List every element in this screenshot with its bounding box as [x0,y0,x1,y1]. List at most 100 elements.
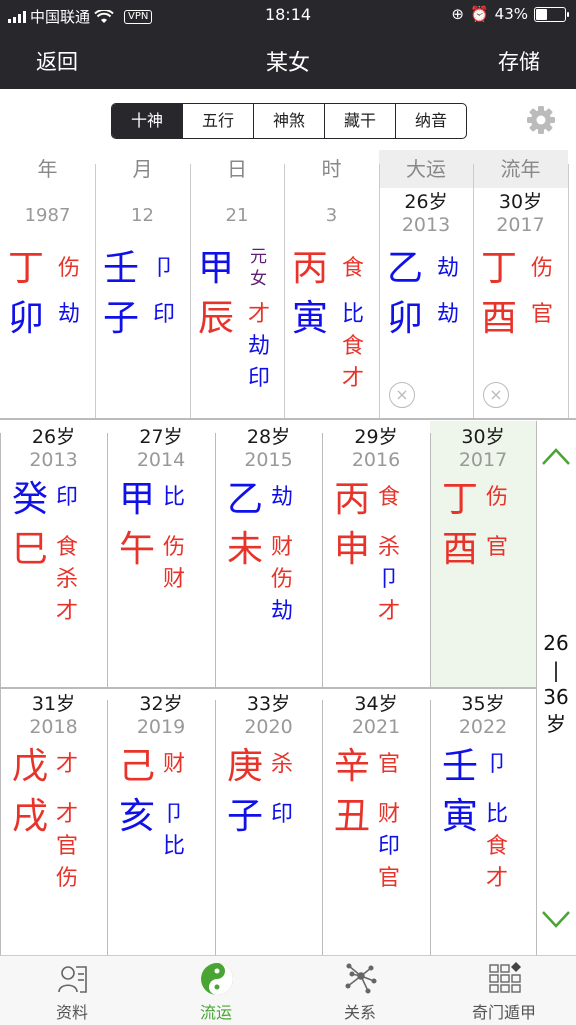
divider [107,700,108,955]
stem-ten-god: 卩 [486,752,509,777]
pillar-header: 年 [37,157,58,181]
tab-label: 关系 [343,1003,376,1022]
tab-qimen[interactable]: 奇门遁甲 [432,956,576,1025]
range-start: 26 [543,631,569,655]
year-cell[interactable]: 32岁 2019 己亥财卩比 [107,688,215,955]
chevron-down-icon[interactable] [541,908,571,930]
segment-five-elements[interactable]: 五行 [182,104,253,138]
stem-ten-god: 元女 [250,247,267,289]
year-cell[interactable]: 31岁 2018 戊戌才才官伤 [0,688,107,955]
branch-ten-god: 比 [342,302,365,327]
year-age: 26岁 [31,426,76,448]
branch-ten-god: 杀 [56,567,79,592]
range-end: 36 [543,685,569,709]
heavenly-stem: 丙 [334,479,371,520]
bazi-pillars: 年 1987 丁卯伤劫月 12 壬子卩印日 21 甲辰元女才劫印时 3 丙寅食比食才大运 26岁 2… [0,150,576,420]
remove-pillar-button[interactable]: × [389,382,415,408]
range-separator: | [552,658,560,682]
nav-bar: 返回 某女 存储 [0,30,576,89]
year-cell[interactable]: 35岁 2022 壬寅卩比食才 [430,688,536,955]
tab-profile[interactable]: 资料 [0,956,144,1025]
segment-ten-gods[interactable]: 十神 [112,104,182,138]
branch-ten-god: 食 [56,535,79,560]
year-label: 2015 [244,449,293,471]
branch-ten-god: 才 [56,802,79,827]
year-cell[interactable]: 33岁 2020 庚子杀印 [215,688,322,955]
year-age: 29岁 [354,426,398,448]
earthly-branch: 酉 [481,298,518,339]
pillar-header: 月 [132,157,153,181]
chevron-up-icon[interactable] [541,444,571,466]
earthly-branch: 午 [119,529,156,570]
year-cell[interactable]: 34岁 2021 辛丑官财印官 [322,688,430,955]
divider [215,433,216,688]
pillar-header: 流年 [473,150,568,188]
year-age: 32岁 [139,693,183,715]
branch-ten-god: 食 [342,334,365,359]
divider [215,700,216,955]
stem-ten-god: 财 [163,752,186,777]
heavenly-stem: 丙 [292,248,329,289]
year-cell[interactable]: 30岁 2017 丁酉伤官 [430,421,536,688]
year-label: 2017 [458,449,508,471]
branch-ten-god: 印 [271,802,294,827]
divider [430,433,431,688]
branch-ten-god: 劫 [58,302,81,327]
pillar-date: 3 [325,205,338,226]
branch-ten-god: 劫 [248,334,271,359]
stem-ten-god: 食 [378,485,401,510]
tab-label: 资料 [55,1003,88,1022]
year-cell[interactable]: 28岁 2015 乙未劫财伤劫 [215,421,322,688]
stem-ten-god: 官 [378,752,401,777]
heavenly-stem: 戊 [12,746,49,787]
divider [473,164,474,418]
divider [190,164,191,418]
divider [95,164,96,418]
branch-ten-god: 比 [486,802,509,827]
branch-ten-god: 印 [378,834,401,859]
heavenly-stem: 己 [119,746,156,787]
decade-range-panel: 26 | 36 岁 [536,420,576,955]
segment-shensha[interactable]: 神煞 [253,104,324,138]
heavenly-stem: 甲 [198,248,235,289]
earthly-branch: 巳 [12,529,49,570]
year-label: 2016 [351,449,401,471]
year-cell[interactable]: 29岁 2016 丙申食杀卩才 [322,421,430,688]
remove-pillar-button[interactable]: × [483,382,509,408]
branch-ten-god: 才 [248,302,271,327]
branch-ten-god: 比 [163,834,186,859]
tab-bar: 资料 流运 关系 奇门遁甲 [0,955,576,1025]
year-cell[interactable]: 26岁 2013 癸巳印食杀才 [0,421,107,688]
network-icon [345,963,377,994]
profile-icon [58,966,87,993]
segment-hidden-stems[interactable]: 藏干 [324,104,395,138]
divider [284,164,285,418]
tab-fortune[interactable]: 流运 [144,956,288,1025]
year-cell[interactable]: 27岁 2014 甲午比伤财 [107,421,215,688]
segment-nayin[interactable]: 纳音 [395,104,466,138]
tab-label: 流运 [199,1003,232,1022]
rotation-lock-icon: ⊕ [451,5,464,23]
branch-ten-god: 伤 [163,535,186,560]
gear-icon[interactable] [525,104,557,136]
save-button[interactable]: 存储 [498,46,540,76]
branch-ten-god: 劫 [437,302,460,327]
stem-ten-god: 印 [56,485,79,510]
pillar-date: 1987 [24,205,71,226]
heavenly-stem: 壬 [442,746,479,787]
heavenly-stem: 甲 [119,479,156,520]
branch-ten-god: 伤 [56,866,79,891]
pillar-age: 26岁 [404,191,448,213]
earthly-branch: 卯 [387,298,424,339]
branch-ten-god: 卩 [163,802,186,827]
earthly-branch: 辰 [198,298,235,339]
grid-icon [489,962,521,993]
stem-ten-god: 才 [56,752,79,777]
branch-ten-god: 财 [163,567,186,592]
range-unit: 岁 [546,712,566,736]
pillar-header: 日 [227,157,247,181]
branch-ten-god: 才 [378,599,401,624]
tab-relations[interactable]: 关系 [288,956,432,1025]
alarm-icon: ⏰ [469,5,489,23]
divider [107,433,108,688]
